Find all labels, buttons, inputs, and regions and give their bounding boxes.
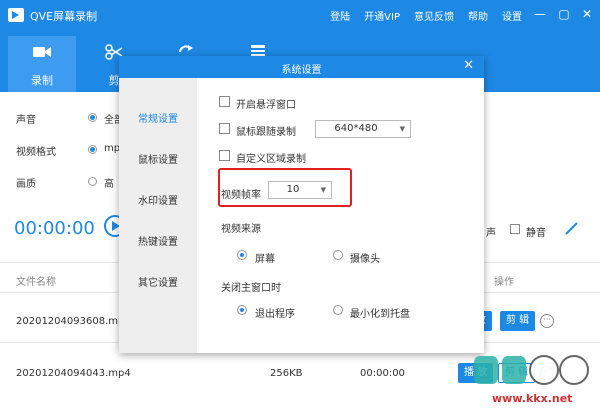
mute-label: 静音 (526, 228, 546, 239)
file-duration-2: 00:00:00 (360, 368, 405, 379)
mic-label: 声 (486, 228, 496, 239)
dialog-title: 系统设置 (281, 65, 322, 76)
col-action: 操作 (494, 277, 514, 288)
login-link[interactable]: 登陆 (330, 8, 350, 23)
close-minimize-label: 最小化到托盘 (350, 309, 410, 320)
quality-radio[interactable] (88, 177, 97, 186)
follow-size-value: 640*480 (334, 123, 378, 134)
dialog-body: 开启悬浮窗口 鼠标跟随录制 640*480 ▼ 自定义区域录制 视频帧率 10 … (197, 78, 484, 353)
video-source-label: 视频来源 (221, 224, 261, 235)
sound-radio[interactable] (88, 113, 97, 122)
minimize-icon[interactable]: — (533, 7, 547, 21)
video-format-label: 视频格式 (16, 147, 56, 158)
close-minimize-radio[interactable] (333, 305, 343, 315)
side-item-watermark[interactable]: 水印设置 (119, 190, 197, 214)
close-exit-radio[interactable] (237, 305, 247, 315)
quality-option: 高 (104, 179, 114, 190)
watermark-logo-icon (474, 355, 589, 385)
vip-link[interactable]: 开通VIP (364, 8, 400, 23)
close-exit-label: 退出程序 (255, 309, 295, 320)
floating-window-label: 开启悬浮窗口 (236, 100, 296, 111)
dialog-close-icon[interactable]: ✕ (463, 59, 474, 73)
sound-label: 声音 (16, 115, 36, 126)
floating-window-checkbox[interactable] (219, 96, 230, 107)
source-camera-label: 摄像头 (350, 254, 380, 265)
format-radio[interactable] (88, 145, 97, 154)
dialog-header: 系统设置 ✕ (119, 56, 484, 78)
restore-icon[interactable]: ▢ (557, 7, 571, 21)
video-camera-icon (33, 47, 51, 57)
follow-mouse-label: 鼠标跟随录制 (236, 127, 296, 138)
col-file-name: 文件名称 (16, 277, 56, 288)
chevron-down-icon: ▼ (399, 125, 405, 133)
side-item-mouse[interactable]: 鼠标设置 (119, 149, 197, 173)
source-screen-radio[interactable] (237, 250, 247, 260)
follow-size-select[interactable]: 640*480 ▼ (315, 120, 411, 138)
custom-area-label: 自定义区域录制 (236, 154, 306, 165)
tab-record[interactable]: 录制 (8, 36, 76, 92)
source-screen-label: 屏幕 (255, 254, 275, 265)
app-title: QVE屏幕录制 (30, 10, 98, 23)
edit-button-1[interactable]: 剪 辑 (500, 311, 536, 331)
side-item-other[interactable]: 其它设置 (119, 272, 197, 296)
file-name-2: 20201204094043.mp4 (16, 368, 131, 379)
tab-record-label: 录制 (31, 74, 53, 87)
close-main-label: 关闭主窗口时 (221, 283, 281, 294)
feedback-link[interactable]: 意见反馈 (414, 8, 454, 23)
source-camera-radio[interactable] (333, 250, 343, 260)
help-link[interactable]: 帮助 (468, 8, 488, 23)
dialog-sidebar: 常规设置 鼠标设置 水印设置 热键设置 其它设置 (119, 78, 197, 353)
app-logo-icon (8, 8, 24, 22)
top-links: 登陆 开通VIP 意见反馈 帮助 设置 (330, 8, 522, 23)
mute-checkbox[interactable] (510, 224, 520, 234)
settings-link[interactable]: 设置 (502, 8, 522, 23)
watermark-site: www.kkx.net (492, 392, 573, 405)
side-item-general[interactable]: 常规设置 (119, 108, 197, 132)
record-timer: 00:00:00 (14, 218, 95, 239)
follow-mouse-checkbox[interactable] (219, 123, 230, 134)
format-option: mp (104, 143, 121, 154)
file-name-1: 20201204093608.mp4 (16, 316, 131, 327)
quality-label: 画质 (16, 179, 36, 190)
title-row: QVE屏幕录制 登陆 开通VIP 意见反馈 帮助 设置 — ▢ ✕ (0, 0, 600, 30)
frame-rate-highlight (218, 168, 352, 207)
side-item-hotkey[interactable]: 热键设置 (119, 231, 197, 255)
custom-area-checkbox[interactable] (219, 150, 230, 161)
file-size-2: 256KB (270, 368, 303, 379)
pen-icon[interactable] (564, 220, 580, 236)
more-icon-1[interactable]: ··· (540, 314, 554, 328)
close-window-icon[interactable]: ✕ (580, 7, 594, 21)
